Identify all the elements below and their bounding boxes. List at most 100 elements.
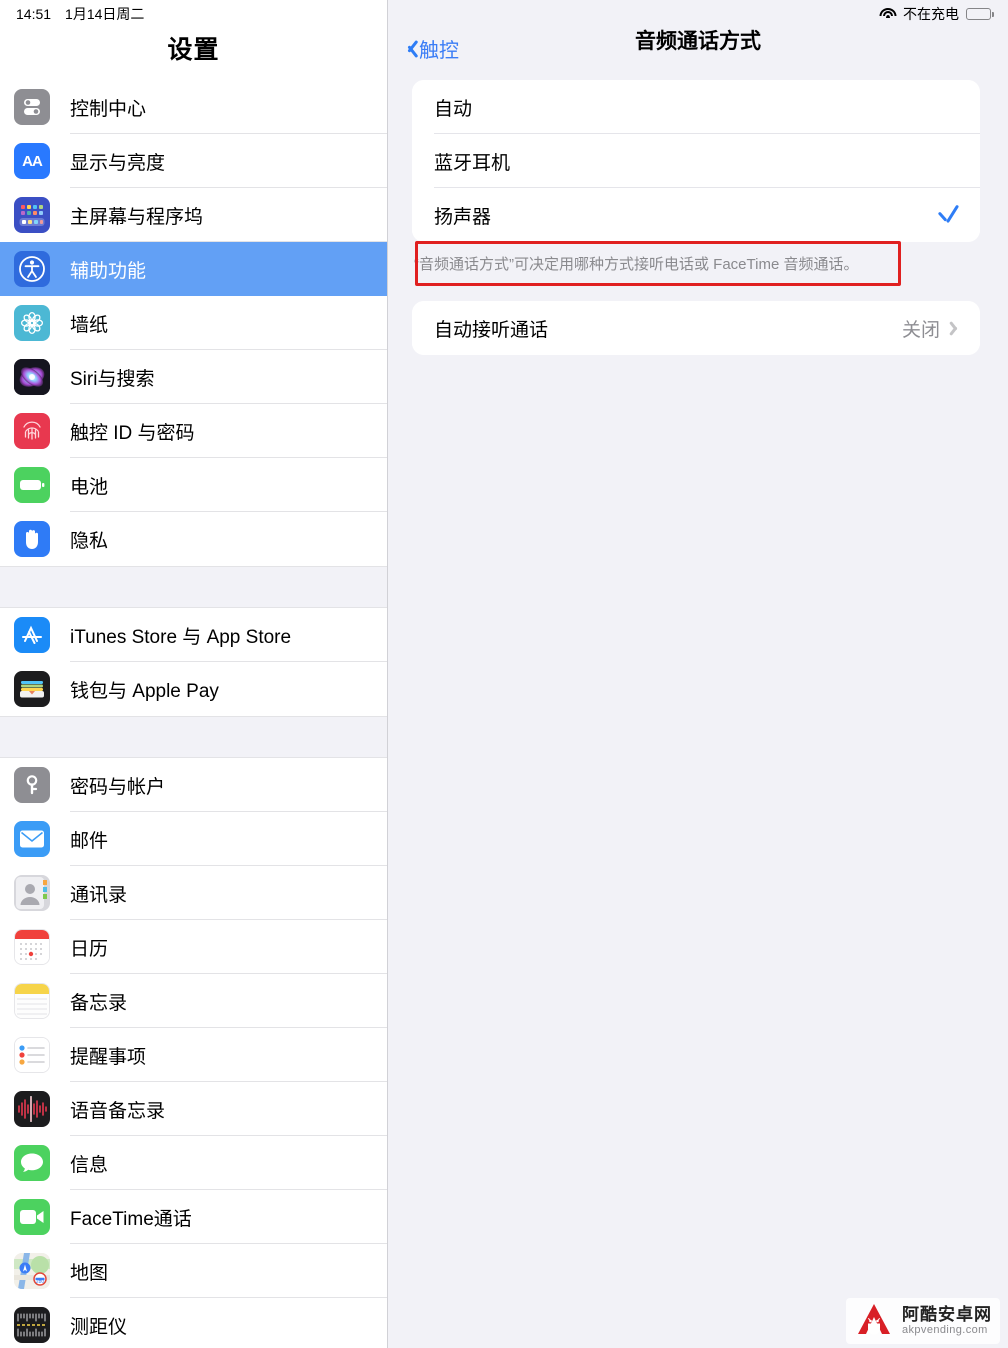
auto-answer-value: 关闭: [901, 319, 940, 341]
display-brightness-icon: AA: [14, 143, 50, 179]
sidebar-item-voice-memos[interactable]: 语音备忘录: [0, 1082, 387, 1136]
sidebar-item-label: 备忘录: [70, 992, 128, 1014]
app-store-icon: [14, 617, 50, 653]
sidebar-item-label: 密码与帐户: [70, 776, 166, 798]
status-time: 14:51: [16, 6, 52, 22]
battery-icon: [966, 8, 994, 20]
sidebar-item-label: 主屏幕与程序坞: [70, 206, 204, 228]
sidebar-item-label: 辅助功能: [70, 260, 147, 282]
detail-title: 音频通话方式: [635, 30, 761, 53]
status-bar-right: 不在充电: [879, 4, 1008, 24]
sidebar-item-label: 提醒事项: [70, 1046, 147, 1068]
sidebar-item-measure[interactable]: 测距仪: [0, 1298, 387, 1348]
mail-icon: [14, 821, 50, 857]
sidebar-section-gap: [0, 716, 387, 758]
option-row-speaker[interactable]: 扬声器: [412, 188, 980, 242]
sidebar-item-label: 钱包与 Apple Pay: [70, 680, 219, 702]
maps-icon: 280: [14, 1253, 50, 1289]
sidebar-item-battery[interactable]: 电池: [0, 458, 387, 512]
sidebar-item-accessibility[interactable]: 辅助功能: [0, 242, 387, 296]
battery-settings-icon: [14, 467, 50, 503]
sidebar-item-siri-search[interactable]: Siri与搜索: [0, 350, 387, 404]
reminders-icon: [14, 1037, 50, 1073]
home-screen-dock-icon: [14, 197, 50, 233]
sidebar-item-label: 语音备忘录: [70, 1100, 166, 1122]
page-title: 设置: [167, 36, 220, 64]
sidebar-item-label: Siri与搜索: [70, 368, 155, 390]
sidebar-item-label: 测距仪: [70, 1316, 128, 1338]
sidebar-item-label: 信息: [70, 1154, 109, 1176]
watermark-logo-icon: [854, 1302, 894, 1340]
sidebar-item-label: 通讯录: [70, 884, 128, 906]
sidebar-item-mail[interactable]: 邮件: [0, 812, 387, 866]
chevron-right-icon: [952, 320, 962, 337]
sidebar-item-label: 隐私: [70, 530, 109, 552]
option-label: 自动: [434, 98, 473, 120]
sidebar-item-wallet-apple-pay[interactable]: 钱包与 Apple Pay: [0, 662, 387, 716]
sidebar-item-label: 控制中心: [70, 98, 147, 120]
notes-icon: [14, 983, 50, 1019]
settings-sidebar[interactable]: 设置 控制中心 AA 显示与亮度 主屏幕与程序坞 辅助功能 墙纸 Siri与搜索…: [0, 0, 388, 1348]
status-bar: 14:51 1月14日周二 不在充电: [0, 0, 1008, 28]
sidebar-item-itunes-app-store[interactable]: iTunes Store 与 App Store: [0, 608, 387, 662]
sidebar-item-label: FaceTime通话: [70, 1208, 192, 1230]
sidebar-item-label: 触控 ID 与密码: [70, 422, 195, 444]
sidebar-section-gap: [0, 566, 387, 608]
sidebar-item-label: 邮件: [70, 830, 109, 852]
options-footer-text: “音频通话方式”可决定用哪种方式接听电话或 FaceTime 音频通话。: [414, 256, 859, 273]
sidebar-item-display-brightness[interactable]: AA 显示与亮度: [0, 134, 387, 188]
sidebar-item-label: 墙纸: [70, 314, 109, 336]
sidebar-item-calendar[interactable]: 日历: [0, 920, 387, 974]
facetime-icon: [14, 1199, 50, 1235]
siri-icon: [14, 359, 50, 395]
auto-answer-row[interactable]: 自动接听通话 关闭: [412, 301, 980, 356]
svg-text:280: 280: [36, 1279, 45, 1285]
sidebar-item-control-center[interactable]: 控制中心: [0, 80, 387, 134]
status-bar-left: 14:51 1月14日周二: [0, 4, 144, 24]
accessibility-icon: [14, 251, 50, 287]
passwords-accounts-icon: [14, 767, 50, 803]
sidebar-item-reminders[interactable]: 提醒事项: [0, 1028, 387, 1082]
sidebar-item-privacy[interactable]: 隐私: [0, 512, 387, 566]
checkmark-icon: [936, 202, 962, 228]
measure-icon: [14, 1307, 50, 1343]
sidebar-item-passwords-accounts[interactable]: 密码与帐户: [0, 758, 387, 812]
wifi-icon: [879, 7, 896, 21]
watermark: 阿酷安卓网 akpvending.com: [846, 1298, 1000, 1344]
back-button-label: 触控: [419, 40, 459, 62]
sidebar-item-label: 地图: [70, 1262, 109, 1284]
battery-status-label: 不在充电: [903, 6, 959, 22]
wallpaper-icon: [14, 305, 50, 341]
chevron-left-icon: [402, 38, 415, 60]
auto-answer-label: 自动接听通话: [434, 319, 549, 341]
sidebar-item-wallpaper[interactable]: 墙纸: [0, 296, 387, 350]
voice-memos-icon: [14, 1091, 50, 1127]
back-button[interactable]: 触控: [402, 34, 459, 63]
watermark-site-name: 阿酷安卓网: [902, 1304, 992, 1324]
sidebar-item-home-screen-dock[interactable]: 主屏幕与程序坞: [0, 188, 387, 242]
sidebar-item-maps[interactable]: 280 地图: [0, 1244, 387, 1298]
option-label: 扬声器: [434, 206, 492, 228]
messages-icon: [14, 1145, 50, 1181]
sidebar-item-facetime[interactable]: FaceTime通话: [0, 1190, 387, 1244]
sidebar-item-messages[interactable]: 信息: [0, 1136, 387, 1190]
settings-app-screen: 14:51 1月14日周二 不在充电 设置 控制中心 AA 显示与亮度 主屏幕与…: [0, 0, 1008, 1348]
contacts-icon: [14, 875, 50, 911]
auto-answer-card: 自动接听通话 关闭: [412, 301, 980, 356]
sidebar-item-label: 日历: [70, 938, 109, 960]
option-row-bluetooth-headset[interactable]: 蓝牙耳机: [412, 134, 980, 188]
status-date: 1月14日周二: [65, 6, 145, 22]
privacy-hand-icon: [14, 521, 50, 557]
touch-id-icon: [14, 413, 50, 449]
sidebar-list[interactable]: 控制中心 AA 显示与亮度 主屏幕与程序坞 辅助功能 墙纸 Siri与搜索 触控…: [0, 80, 387, 1348]
sidebar-item-label: 电池: [70, 476, 109, 498]
sidebar-item-label: iTunes Store 与 App Store: [70, 626, 292, 648]
sidebar-item-contacts[interactable]: 通讯录: [0, 866, 387, 920]
sidebar-item-notes[interactable]: 备忘录: [0, 974, 387, 1028]
control-center-icon: [14, 89, 50, 125]
detail-pane: 触控 音频通话方式 自动 蓝牙耳机 扬声器 “音频通话方式”可决定用哪种方式接听…: [388, 0, 1008, 1348]
sidebar-item-label: 显示与亮度: [70, 152, 166, 174]
sidebar-item-touch-id-passcode[interactable]: 触控 ID 与密码: [0, 404, 387, 458]
option-row-auto[interactable]: 自动: [412, 80, 980, 134]
watermark-text: 阿酷安卓网 akpvending.com: [902, 1304, 992, 1337]
